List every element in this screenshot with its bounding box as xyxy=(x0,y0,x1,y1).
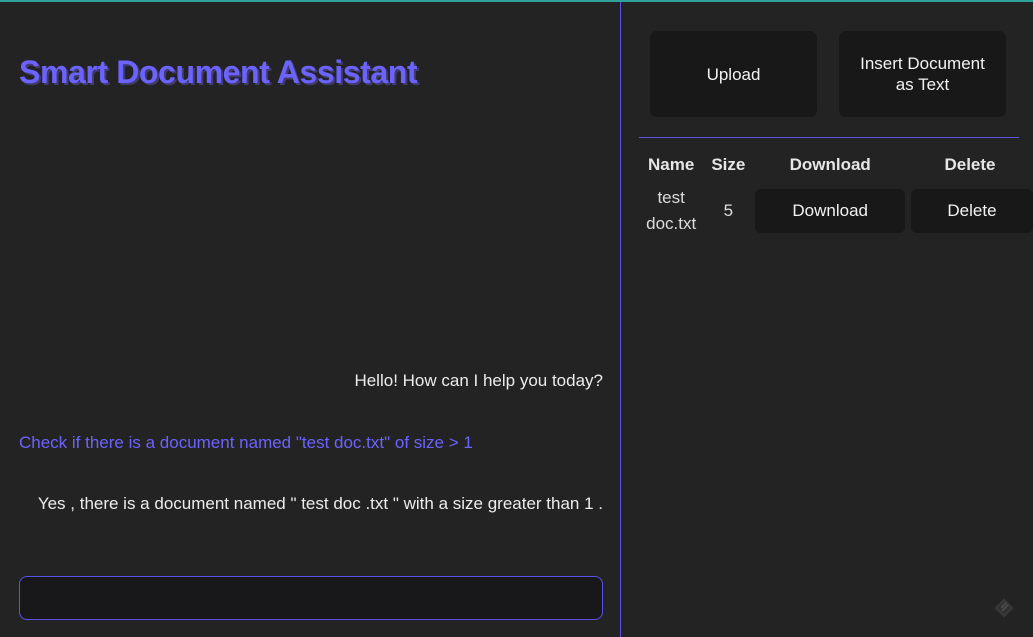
table-header-row: Name Size Download Delete xyxy=(639,148,1033,182)
document-panel: Upload Insert Document as Text Name Size… xyxy=(621,2,1033,637)
document-name: test doc.txt xyxy=(646,188,697,233)
streamlit-logo-icon xyxy=(994,598,1014,618)
chat-message-user: Check if there is a document named "test… xyxy=(19,433,473,452)
page-title: Smart Document Assistant xyxy=(19,54,418,90)
table-row: test doc.txt 5 Download Delete xyxy=(639,182,1033,240)
delete-button[interactable]: Delete xyxy=(910,189,1033,233)
column-header-delete: Delete xyxy=(944,155,996,174)
column-header-download: Download xyxy=(789,155,871,174)
column-header-size: Size xyxy=(711,155,746,174)
chat-panel: Smart Document Assistant Hello! How can … xyxy=(0,2,621,637)
divider xyxy=(639,137,1019,138)
delete-cell: Delete xyxy=(907,182,1033,240)
insert-document-as-text-button[interactable]: Insert Document as Text xyxy=(839,31,1006,117)
column-header-name: Name xyxy=(648,155,695,174)
documents-table: Name Size Download Delete test doc.txt 5… xyxy=(639,148,1033,240)
document-size: 5 xyxy=(723,201,734,220)
download-button[interactable]: Download xyxy=(755,189,906,233)
chat-message-assistant: Yes , there is a document named " test d… xyxy=(37,494,603,513)
download-cell: Download xyxy=(753,182,907,240)
app-window: Smart Document Assistant Hello! How can … xyxy=(0,0,1033,637)
upload-button[interactable]: Upload xyxy=(650,31,817,117)
chat-message-assistant: Hello! How can I help you today? xyxy=(354,371,603,390)
chat-input[interactable] xyxy=(19,576,603,620)
